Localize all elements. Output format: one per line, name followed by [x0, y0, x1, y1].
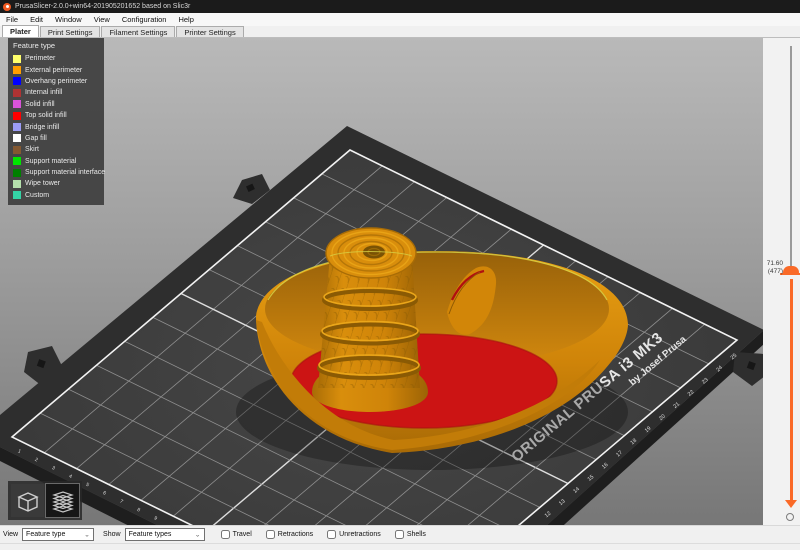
tab-filament-settings[interactable]: Filament Settings	[101, 26, 175, 37]
tab-printer-settings[interactable]: Printer Settings	[176, 26, 243, 37]
legend-swatch	[13, 55, 21, 63]
legend-swatch	[13, 123, 21, 131]
legend-item: External perimeter	[13, 64, 99, 75]
shells-checkbox-input[interactable]	[395, 530, 404, 539]
legend-swatch	[13, 89, 21, 97]
checkbox-unretractions[interactable]: Unretractions	[327, 530, 381, 539]
legend-title: Feature type	[13, 41, 99, 50]
menu-item-configuration[interactable]: Configuration	[116, 13, 173, 26]
legend-item: Perimeter	[13, 53, 99, 64]
tab-plater[interactable]: Plater	[2, 25, 39, 37]
checkbox-travel[interactable]: Travel	[221, 530, 252, 539]
layer-slider-panel: 71.60 (477)	[763, 38, 800, 525]
show-dropdown-value: Feature types	[129, 531, 172, 538]
layer-height-value: 71.60	[767, 260, 783, 268]
legend-swatch	[13, 191, 21, 199]
legend-swatch	[13, 180, 21, 188]
legend-item: Bridge infill	[13, 121, 99, 132]
show-dropdown[interactable]: Feature types ⌄	[125, 528, 205, 541]
layer-slider-lower-handle[interactable]	[785, 500, 797, 508]
tab-print-settings[interactable]: Print Settings	[40, 26, 101, 37]
legend-label: Overhang perimeter	[25, 78, 87, 85]
preview-option-checkboxes: Travel Retractions Unretractions Shells	[221, 530, 440, 539]
legend-swatch	[13, 134, 21, 142]
legend-swatch	[13, 77, 21, 85]
legend-item: Support material	[13, 156, 99, 167]
preview-layers-view-button[interactable]	[46, 484, 79, 517]
cube-icon	[15, 488, 41, 514]
legend-item: Wipe tower	[13, 178, 99, 189]
checkbox-retractions[interactable]: Retractions	[266, 530, 313, 539]
checkbox-label: Travel	[233, 531, 252, 538]
menu-item-help[interactable]: Help	[172, 13, 199, 26]
tab-bar: PlaterPrint SettingsFilament SettingsPri…	[0, 26, 800, 38]
checkbox-label: Retractions	[278, 531, 313, 538]
preview-controls-bar: View Feature type ⌄ Show Feature types ⌄…	[0, 525, 800, 543]
one-layer-mode-icon[interactable]	[786, 513, 794, 521]
legend-label: Wipe tower	[25, 180, 60, 187]
legend-item: Skirt	[13, 144, 99, 155]
legend-item: Gap fill	[13, 133, 99, 144]
legend-label: External perimeter	[25, 67, 82, 74]
legend-swatch	[13, 66, 21, 74]
legend-swatch	[13, 157, 21, 165]
checkbox-label: Shells	[407, 531, 426, 538]
menu-item-window[interactable]: Window	[49, 13, 88, 26]
legend-swatch	[13, 112, 21, 120]
legend-label: Bridge infill	[25, 124, 59, 131]
3d-viewport[interactable]: ORIGINAL PRUSA i3 MK3 by Josef Prusa 121…	[0, 38, 763, 525]
layer-slider-upper-handle[interactable]	[783, 266, 799, 274]
feature-type-legend: Feature type Perimeter External perimeter…	[8, 38, 104, 205]
legend-swatch	[13, 169, 21, 177]
menu-item-view[interactable]: View	[88, 13, 116, 26]
unretractions-checkbox-input[interactable]	[327, 530, 336, 539]
view-mode-toolbar	[8, 481, 82, 520]
legend-label: Skirt	[25, 146, 39, 153]
chevron-down-icon: ⌄	[84, 531, 90, 537]
legend-item: Solid infill	[13, 99, 99, 110]
gcode-preview-scene: ORIGINAL PRUSA i3 MK3 by Josef Prusa 121…	[0, 38, 763, 525]
legend-item: Overhang perimeter	[13, 76, 99, 87]
legend-item: Internal infill	[13, 87, 99, 98]
prusa-logo-icon	[3, 3, 11, 11]
legend-item: Custom	[13, 190, 99, 201]
layer-slider-track[interactable]	[790, 46, 792, 273]
travel-checkbox-input[interactable]	[221, 530, 230, 539]
legend-swatch	[13, 146, 21, 154]
view-dropdown[interactable]: Feature type ⌄	[22, 528, 94, 541]
legend-label: Support material interface	[25, 169, 105, 176]
retractions-checkbox-input[interactable]	[266, 530, 275, 539]
legend-label: Perimeter	[25, 55, 55, 62]
show-label: Show	[103, 531, 121, 538]
menu-bar: FileEditWindowViewConfigurationHelp	[0, 13, 800, 26]
chevron-down-icon: ⌄	[195, 531, 201, 537]
layer-slider-range[interactable]	[790, 279, 793, 500]
view-dropdown-value: Feature type	[26, 531, 65, 538]
status-bar	[0, 543, 800, 550]
layer-number-value: (477)	[767, 268, 783, 276]
legend-item: Support material interface	[13, 167, 99, 178]
legend-label: Solid infill	[25, 101, 55, 108]
3d-editor-view-button[interactable]	[11, 484, 44, 517]
legend-label: Internal infill	[25, 89, 62, 96]
window-title: PrusaSlicer-2.0.0+win64-201905201652 bas…	[15, 3, 190, 10]
legend-label: Top solid infill	[25, 112, 67, 119]
checkbox-shells[interactable]: Shells	[395, 530, 426, 539]
legend-item: Top solid infill	[13, 110, 99, 121]
layers-icon	[50, 488, 76, 514]
legend-label: Support material	[25, 158, 76, 165]
prusaslicer-window: PrusaSlicer-2.0.0+win64-201905201652 bas…	[0, 0, 800, 550]
checkbox-label: Unretractions	[339, 531, 381, 538]
legend-label: Custom	[25, 192, 49, 199]
layer-slider-label: 71.60 (477)	[767, 260, 783, 276]
title-bar: PrusaSlicer-2.0.0+win64-201905201652 bas…	[0, 0, 800, 13]
view-label: View	[3, 531, 18, 538]
legend-swatch	[13, 100, 21, 108]
legend-label: Gap fill	[25, 135, 47, 142]
